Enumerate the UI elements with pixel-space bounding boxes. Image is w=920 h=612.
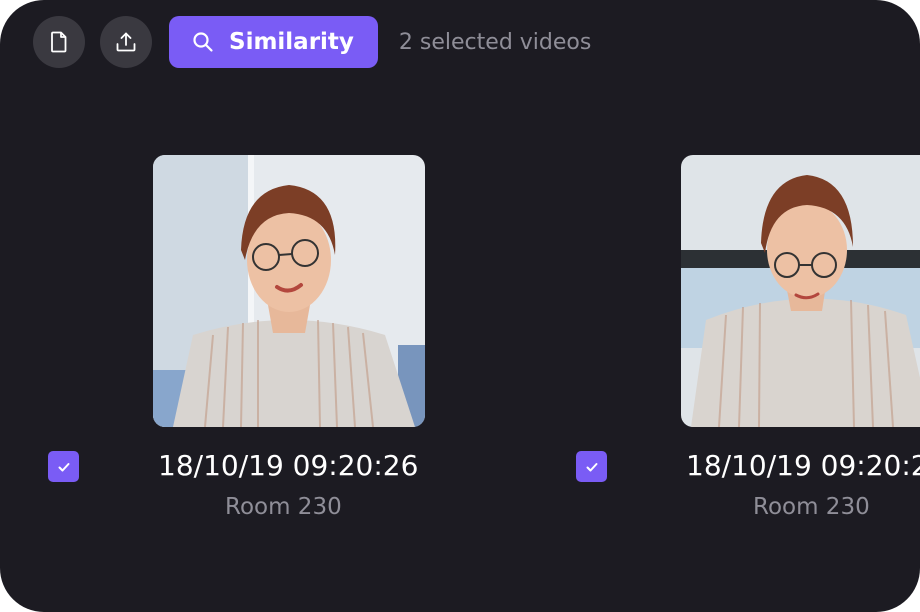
upload-icon xyxy=(116,32,136,52)
checkmark-icon xyxy=(58,462,69,471)
video-checkbox-2[interactable] xyxy=(576,451,607,482)
search-icon xyxy=(193,32,213,52)
thumbnail-photo xyxy=(681,155,920,427)
video-room-2: Room 230 xyxy=(753,494,870,520)
thumbnail-photo xyxy=(153,155,425,427)
toolbar: Similarity 2 selected videos xyxy=(33,16,591,68)
video-room-1: Room 230 xyxy=(225,494,342,520)
selection-status: 2 selected videos xyxy=(398,29,592,55)
video-thumbnail-2[interactable] xyxy=(681,155,920,427)
similarity-button[interactable]: Similarity xyxy=(169,16,378,68)
video-thumbnail-image xyxy=(153,155,425,427)
upload-button[interactable] xyxy=(100,16,152,68)
file-button[interactable] xyxy=(33,16,85,68)
video-thumbnail-image xyxy=(681,155,920,427)
video-timestamp-1: 18/10/19 09:20:26 xyxy=(158,449,419,482)
video-thumbnail-1[interactable] xyxy=(153,155,425,427)
checkmark-icon xyxy=(586,462,597,471)
video-checkbox-1[interactable] xyxy=(48,451,79,482)
similarity-label: Similarity xyxy=(229,29,354,55)
video-timestamp-2: 18/10/19 09:20:2 xyxy=(686,449,920,482)
file-icon xyxy=(51,31,67,53)
video-browser-panel: Similarity 2 selected videos 18/10/19 09… xyxy=(0,0,920,612)
